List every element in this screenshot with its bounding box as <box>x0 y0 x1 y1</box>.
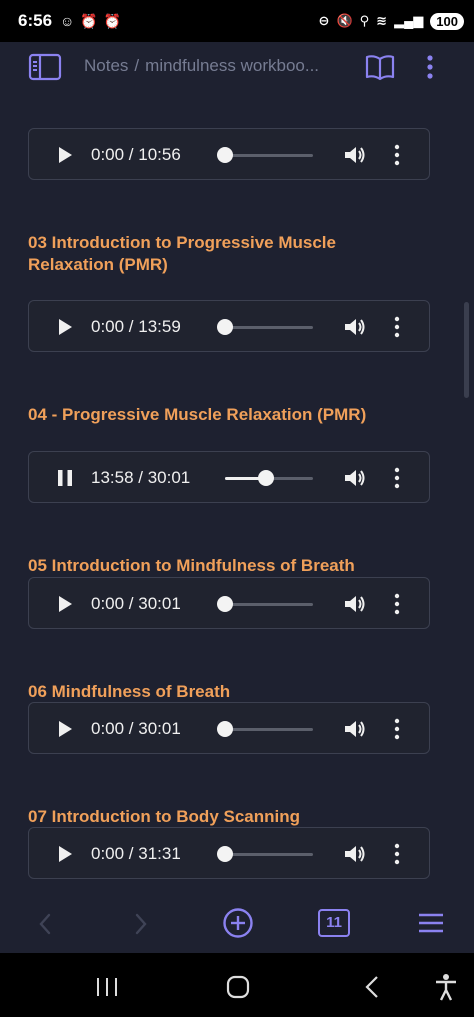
audio-time: 0:00 / 30:01 <box>91 594 181 613</box>
volume-icon[interactable] <box>344 593 366 615</box>
player-options-icon[interactable] <box>393 467 401 489</box>
partial-heading: ‘ <box>28 92 33 96</box>
reading-mode-icon[interactable] <box>364 52 396 82</box>
status-system-icons: ⊖ 🔇 ⚲ ≋ ▂▄▆ 100 <box>318 12 464 30</box>
seek-knob[interactable] <box>217 721 233 737</box>
track-heading: 04 - Progressive Muscle Relaxation (PMR) <box>28 405 367 424</box>
track-heading: 03 Introduction to Progressive Muscle Re… <box>28 233 336 274</box>
status-bar: 6:56 ☺ ⏰ ⏰ ⊖ 🔇 ⚲ ≋ ▂▄▆ 100 <box>0 0 474 42</box>
wifi-icon: ≋ <box>376 13 388 28</box>
battery-indicator: 100 <box>430 12 464 30</box>
volume-icon[interactable] <box>344 467 366 489</box>
accessibility-icon[interactable] <box>433 973 459 1001</box>
mute-icon: 🔇 <box>336 13 353 28</box>
seek-knob[interactable] <box>217 319 233 335</box>
hamburger-menu-icon[interactable] <box>418 911 444 935</box>
pause-icon[interactable] <box>57 470 73 486</box>
breadcrumb-separator: / <box>134 56 140 75</box>
audio-progress-slider[interactable] <box>225 470 313 486</box>
system-navigation-bar <box>0 953 474 1017</box>
play-icon[interactable] <box>57 147 73 163</box>
audio-player[interactable]: 0:00 / 10:56 <box>28 128 430 180</box>
seek-knob[interactable] <box>258 470 275 486</box>
system-back-icon[interactable] <box>362 975 382 999</box>
audio-time: 0:00 / 10:56 <box>91 145 181 164</box>
play-icon[interactable] <box>57 846 73 862</box>
do-not-disturb-icon: ⊖ <box>318 13 330 28</box>
audio-progress-slider[interactable] <box>217 721 313 737</box>
audio-time: 13:58 / 30:01 <box>91 468 191 487</box>
sidebar-toggle-icon[interactable] <box>28 52 62 82</box>
alarm-icon: ⏰ <box>80 12 98 29</box>
audio-time: 0:00 / 13:59 <box>91 317 181 336</box>
play-icon[interactable] <box>57 721 73 737</box>
forward-arrow-icon[interactable] <box>132 911 150 937</box>
audio-player[interactable]: 13:58 / 30:01 <box>28 451 430 503</box>
play-icon[interactable] <box>57 319 73 335</box>
location-icon: ⚲ <box>359 13 370 28</box>
signal-icon: ▂▄▆ <box>394 13 424 28</box>
breadcrumb-current[interactable]: mindfulness workboo... <box>145 56 319 75</box>
back-arrow-icon[interactable] <box>36 911 54 937</box>
seek-knob[interactable] <box>217 596 233 612</box>
new-note-icon[interactable] <box>222 907 254 939</box>
audio-progress-slider[interactable] <box>217 319 313 335</box>
audio-player[interactable]: 0:00 / 30:01 <box>28 577 430 629</box>
audio-progress-slider[interactable] <box>217 846 313 862</box>
recent-apps-icon[interactable] <box>94 977 120 997</box>
status-notification-icons: ☺ ⏰ ⏰ <box>60 13 121 30</box>
audio-player[interactable]: 0:00 / 13:59 <box>28 300 430 352</box>
breadcrumb-root[interactable]: Notes <box>84 56 128 75</box>
player-options-icon[interactable] <box>393 316 401 338</box>
track-heading: 06 Mindfulness of Breath <box>28 682 231 701</box>
player-options-icon[interactable] <box>393 718 401 740</box>
volume-icon[interactable] <box>344 316 366 338</box>
note-content[interactable]: ‘ 0:00 / 10:56 03 Introduction to Progre… <box>0 92 474 897</box>
audio-time: 0:00 / 31:31 <box>91 844 181 863</box>
seek-knob[interactable] <box>217 147 233 163</box>
track-heading: 05 Introduction to Mindfulness of Breath <box>28 556 355 575</box>
audio-time: 0:00 / 30:01 <box>91 719 181 738</box>
app-header: Notes / mindfulness workboo... <box>0 42 474 92</box>
volume-icon[interactable] <box>344 144 366 166</box>
scrollbar-thumb[interactable] <box>464 302 469 398</box>
play-icon[interactable] <box>57 596 73 612</box>
volume-icon[interactable] <box>344 718 366 740</box>
alarm-icon: ⏰ <box>103 12 122 29</box>
audio-player[interactable]: 0:00 / 31:31 <box>28 827 430 879</box>
breadcrumb: Notes / mindfulness workboo... <box>84 56 346 76</box>
track-heading: 07 Introduction to Body Scanning <box>28 807 300 826</box>
home-icon[interactable] <box>226 975 250 999</box>
tab-count-button[interactable]: 11 <box>318 909 350 937</box>
player-options-icon[interactable] <box>393 843 401 865</box>
mascot-icon: ☺ <box>60 12 75 29</box>
player-options-icon[interactable] <box>393 593 401 615</box>
seek-knob[interactable] <box>217 846 233 862</box>
player-options-icon[interactable] <box>393 144 401 166</box>
audio-player[interactable]: 0:00 / 30:01 <box>28 702 430 754</box>
audio-progress-slider[interactable] <box>217 147 313 163</box>
more-options-icon[interactable] <box>420 52 440 82</box>
status-time: 6:56 <box>18 11 53 30</box>
bottom-toolbar: 11 <box>0 897 474 953</box>
audio-progress-slider[interactable] <box>217 596 313 612</box>
volume-icon[interactable] <box>344 843 366 865</box>
